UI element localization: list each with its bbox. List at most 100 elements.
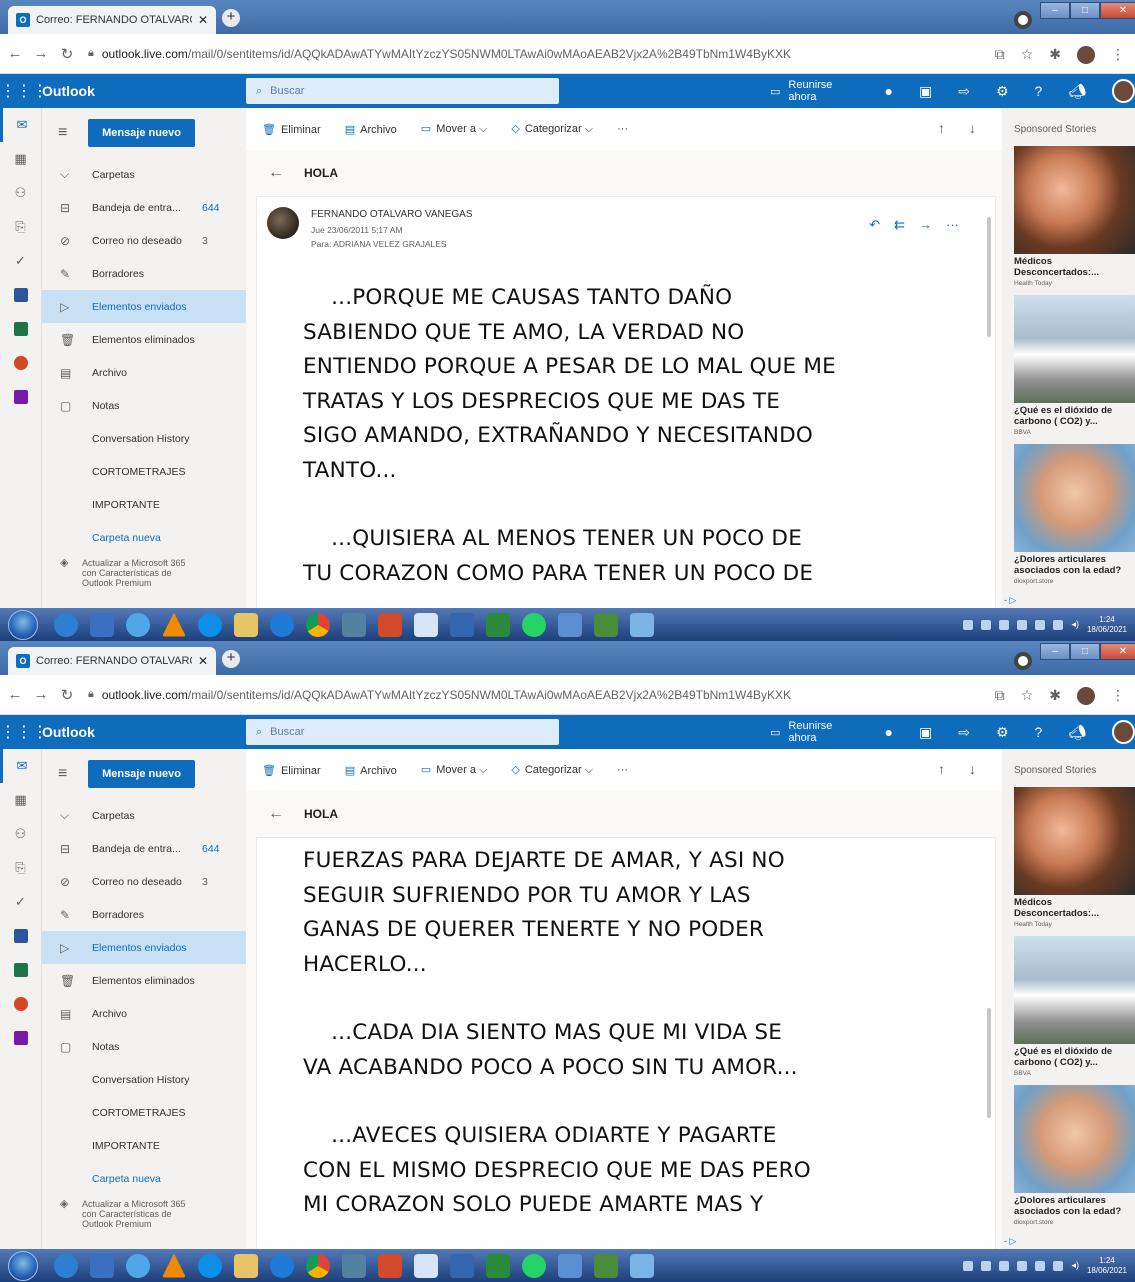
back-arrow-icon[interactable]: ← bbox=[4, 686, 26, 703]
sponsored-story[interactable]: ¿Qué es el dióxido de carbono ( CO2) y..… bbox=[1014, 295, 1135, 436]
app-launcher-icon[interactable]: ⋮⋮⋮ bbox=[0, 81, 48, 101]
categorize-button[interactable]: ◇ Categorizar ⌵ bbox=[511, 763, 593, 777]
reload-icon[interactable]: ↻ bbox=[56, 686, 78, 704]
scrollbar[interactable] bbox=[987, 1008, 991, 1118]
outlook-brand[interactable]: Outlook bbox=[42, 83, 246, 99]
ad-headline[interactable]: Médicos Desconcertados:... bbox=[1014, 897, 1135, 919]
delete-button[interactable]: 🗑︎ Eliminar bbox=[262, 123, 321, 136]
upgrade-banner[interactable]: ◈ Actualizar a Microsoft 365 con Caracte… bbox=[42, 554, 246, 589]
whatsapp-icon[interactable] bbox=[522, 1253, 546, 1278]
teamviewer-icon[interactable] bbox=[198, 612, 222, 637]
archive-button[interactable]: ▤ Archivo bbox=[345, 123, 397, 136]
folder-item[interactable]: ▢ Notas bbox=[42, 389, 246, 422]
todo-icon[interactable]: ✓ bbox=[0, 244, 41, 278]
reload-icon[interactable]: ↻ bbox=[56, 45, 78, 63]
photo-icon[interactable] bbox=[594, 612, 618, 637]
word-icon[interactable] bbox=[0, 919, 41, 953]
sender-name[interactable]: FERNANDO OTALVARO VANEGAS bbox=[311, 209, 473, 220]
ad-headline[interactable]: Médicos Desconcertados:... bbox=[1014, 256, 1135, 278]
window-close-button[interactable]: ✕ bbox=[1100, 2, 1135, 19]
app-launcher-icon[interactable]: ⋮⋮⋮ bbox=[0, 722, 48, 742]
network-icon[interactable] bbox=[1053, 1260, 1064, 1271]
minimize-button[interactable]: – bbox=[1040, 2, 1070, 19]
folder-item[interactable]: ✎ Borradores bbox=[42, 257, 246, 290]
star-app-icon[interactable] bbox=[450, 1253, 474, 1278]
folder-item[interactable]: ⌵ Carpetas bbox=[42, 799, 246, 832]
meet-now-button[interactable]: ▭ Reunirse ahora bbox=[770, 79, 859, 103]
arrow-up-icon[interactable]: ↑ bbox=[938, 120, 945, 136]
maximize-button[interactable]: □ bbox=[1070, 643, 1100, 660]
java-icon[interactable] bbox=[342, 612, 366, 637]
start-button[interactable] bbox=[8, 1250, 38, 1281]
paint-icon[interactable] bbox=[378, 1253, 402, 1278]
more-actions-button[interactable]: ··· bbox=[617, 123, 628, 135]
browser-tab[interactable]: O Correo: FERNANDO OTALVARO ✕ bbox=[8, 6, 216, 34]
media-player-icon[interactable] bbox=[54, 1253, 78, 1278]
help-icon[interactable]: ? bbox=[1035, 724, 1043, 740]
ad-image[interactable] bbox=[1014, 295, 1135, 403]
folder-item[interactable]: ✎ Borradores bbox=[42, 898, 246, 931]
word-doc-icon[interactable] bbox=[414, 612, 438, 637]
word-icon[interactable] bbox=[0, 278, 41, 312]
people-icon[interactable]: ⚇ bbox=[0, 176, 41, 210]
tab-close-icon[interactable]: ✕ bbox=[198, 654, 208, 668]
tray-icon[interactable] bbox=[963, 1260, 974, 1271]
paint-icon[interactable] bbox=[378, 612, 402, 637]
folder-item[interactable]: ⊘ Correo no deseado 3 bbox=[42, 865, 246, 898]
tools-icon[interactable] bbox=[558, 1253, 582, 1278]
search-box[interactable]: ⌕ Buscar bbox=[246, 719, 559, 745]
scrollbar[interactable] bbox=[987, 217, 991, 337]
system-clock[interactable]: 1:24 18/06/2021 bbox=[1087, 615, 1127, 635]
more-actions-button[interactable]: ··· bbox=[617, 764, 628, 776]
arrow-up-icon[interactable]: ↑ bbox=[938, 761, 945, 777]
subfolder-item[interactable]: Conversation History bbox=[42, 1063, 246, 1096]
back-arrow-icon[interactable]: ← bbox=[268, 805, 284, 823]
whatsapp-icon[interactable] bbox=[522, 612, 546, 637]
help-icon[interactable]: ? bbox=[1035, 83, 1043, 99]
ad-headline[interactable]: ¿Dolores articulares asociados con la ed… bbox=[1014, 554, 1135, 576]
tab-close-icon[interactable]: ✕ bbox=[198, 13, 208, 27]
arrow-down-icon[interactable]: ↓ bbox=[969, 120, 976, 136]
profile-avatar[interactable] bbox=[1077, 687, 1095, 705]
hamburger-icon[interactable]: ≡ bbox=[58, 765, 88, 783]
chrome-icon[interactable] bbox=[306, 612, 330, 637]
move-to-button[interactable]: ▭ Mover a ⌵ bbox=[421, 122, 488, 136]
folder-item[interactable]: ▤ Archivo bbox=[42, 997, 246, 1030]
folder-item[interactable]: ⌵ Carpetas bbox=[42, 158, 246, 191]
search-box[interactable]: ⌕ Buscar bbox=[246, 78, 559, 104]
extensions-icon[interactable]: ✱ bbox=[1049, 687, 1061, 705]
network-app-icon[interactable] bbox=[630, 1253, 654, 1278]
onenote-icon[interactable] bbox=[0, 1021, 41, 1055]
back-arrow-icon[interactable]: ← bbox=[268, 164, 284, 182]
feedback-icon[interactable]: ⇨ bbox=[958, 724, 970, 741]
minimize-button[interactable]: – bbox=[1040, 643, 1070, 660]
ad-choices-icon[interactable]: - ▷ bbox=[1004, 1236, 1016, 1247]
archive-button[interactable]: ▤ Archivo bbox=[345, 764, 397, 777]
powerpoint-icon[interactable] bbox=[0, 987, 41, 1021]
attach-icon[interactable]: ⎘ bbox=[0, 851, 41, 885]
whats-new-icon[interactable]: 📣︎ bbox=[1068, 83, 1086, 100]
arrow-down-icon[interactable]: ↓ bbox=[969, 761, 976, 777]
reply-icon[interactable]: ↶ bbox=[869, 217, 880, 233]
media-center-icon[interactable] bbox=[90, 1253, 114, 1278]
excel-icon[interactable] bbox=[0, 953, 41, 987]
url-field[interactable]: 🔒︎ outlook.live.com /mail/0/sentitems/id… bbox=[88, 47, 918, 61]
people-icon[interactable]: ⚇ bbox=[0, 817, 41, 851]
ad-image[interactable] bbox=[1014, 936, 1135, 1044]
signal-icon[interactable] bbox=[1035, 1260, 1046, 1271]
office-icon[interactable]: ▣ bbox=[919, 83, 932, 100]
folder-item[interactable]: ⊘ Correo no deseado 3 bbox=[42, 224, 246, 257]
menu-dots-icon[interactable]: ⋮ bbox=[1111, 46, 1125, 64]
flag-icon[interactable] bbox=[1017, 1260, 1028, 1271]
tray-icon[interactable] bbox=[999, 1260, 1010, 1271]
help-app-icon[interactable] bbox=[486, 612, 510, 637]
tools-icon[interactable] bbox=[558, 612, 582, 637]
delete-button[interactable]: 🗑︎ Eliminar bbox=[262, 764, 321, 777]
hamburger-icon[interactable]: ≡ bbox=[58, 124, 88, 142]
recipient-name[interactable]: ADRIANA VELEZ GRAJALES bbox=[333, 239, 446, 249]
subfolder-item[interactable]: Conversation History bbox=[42, 422, 246, 455]
mail-icon[interactable]: ✉ bbox=[0, 749, 41, 783]
vlc-icon[interactable] bbox=[162, 1253, 186, 1278]
categorize-button[interactable]: ◇ Categorizar ⌵ bbox=[511, 122, 593, 136]
volume-icon[interactable]: ◂) bbox=[1071, 619, 1079, 630]
